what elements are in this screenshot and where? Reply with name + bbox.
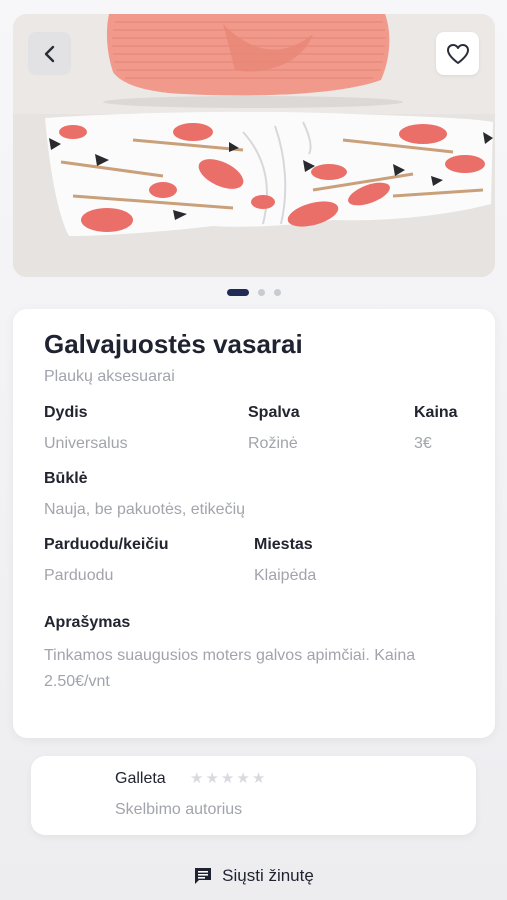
author-name: Galleta <box>115 770 166 787</box>
favorite-button[interactable] <box>436 32 479 75</box>
pagination-dot[interactable] <box>257 289 265 296</box>
author-card[interactable]: Galleta ★ ★ ★ ★ ★ Skelbimo autorius <box>31 756 476 835</box>
size-value: Universalus <box>44 435 128 452</box>
product-image[interactable] <box>13 14 495 277</box>
city-value: Klaipėda <box>254 567 317 584</box>
star-icon: ★ <box>190 770 204 787</box>
author-rating: ★ ★ ★ ★ ★ <box>190 770 265 788</box>
star-icon: ★ <box>220 770 235 787</box>
color-label: Spalva <box>248 404 300 421</box>
chevron-left-icon <box>44 45 54 62</box>
star-icon: ★ <box>251 770 266 787</box>
condition-value: Nauja, be pakuotės, etikečių <box>44 501 246 518</box>
image-pagination <box>0 288 507 296</box>
deal-type-value: Parduodu <box>44 567 114 584</box>
product-details-card: Galvajuostės vasarai Plaukų aksesuarai D… <box>13 309 495 738</box>
description-label: Aprašymas <box>44 614 131 631</box>
heart-outline-icon <box>446 43 469 64</box>
price-value: 3€ <box>414 435 432 452</box>
chat-bubble-icon <box>195 868 212 884</box>
star-icon: ★ <box>205 770 219 787</box>
send-message-label: Siųsti žinutę <box>222 866 314 885</box>
star-icon: ★ <box>236 770 250 787</box>
back-button[interactable] <box>28 32 71 75</box>
send-message-button[interactable]: Siųsti žinutę <box>0 866 507 886</box>
author-role: Skelbimo autorius <box>115 801 243 818</box>
product-title: Galvajuostės vasarai <box>44 329 303 359</box>
condition-label: Būklė <box>44 470 88 487</box>
size-label: Dydis <box>44 404 88 421</box>
price-label: Kaina <box>414 404 458 421</box>
pagination-dot[interactable] <box>273 289 281 296</box>
color-value: Rožinė <box>248 435 298 452</box>
pagination-dot-active[interactable] <box>226 289 249 296</box>
product-photo <box>13 14 495 277</box>
city-label: Miestas <box>254 536 313 553</box>
description-text: Tinkamos suaugusios moters galvos apimči… <box>44 647 416 690</box>
product-category: Plaukų aksesuarai <box>44 368 175 385</box>
deal-type-label: Parduodu/keičiu <box>44 536 169 553</box>
